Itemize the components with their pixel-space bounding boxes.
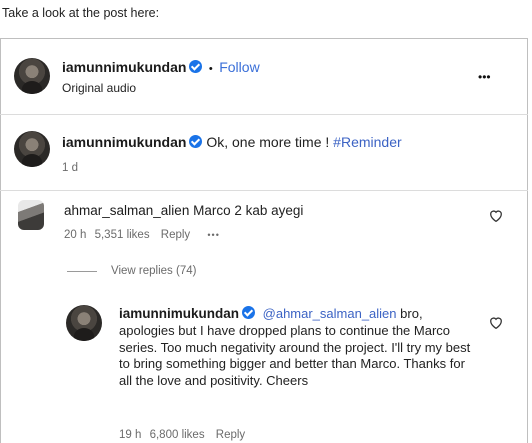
comment-text-line: ahmar_salman_alien Marco 2 kab ayegi — [64, 203, 303, 218]
post-username[interactable]: iamunnimukundan — [62, 59, 186, 75]
page-caption: Take a look at the post here: — [2, 6, 160, 20]
commenter-username[interactable]: ahmar_salman_alien — [64, 203, 189, 218]
reply-username[interactable]: iamunnimukundan — [119, 306, 239, 321]
verified-badge-icon — [189, 60, 203, 73]
view-replies-line — [67, 271, 97, 272]
comment-text: Marco 2 kab ayegi — [193, 203, 304, 218]
verified-badge-icon — [189, 135, 203, 148]
reply-author-avatar[interactable] — [66, 305, 102, 341]
follow-button[interactable]: Follow — [219, 59, 259, 75]
header-divider — [0, 114, 528, 115]
commenter-avatar[interactable] — [18, 200, 44, 230]
heart-icon[interactable] — [489, 209, 503, 223]
more-options-icon[interactable]: ••• — [478, 70, 491, 84]
reply-timestamp: 19 h — [119, 429, 142, 441]
heart-icon[interactable] — [489, 316, 503, 330]
separator-dot: • — [208, 63, 213, 75]
view-replies-button[interactable]: View replies (74) — [111, 265, 196, 277]
comment-reply-button[interactable]: Reply — [161, 229, 190, 241]
reply-mention-link[interactable]: @ahmar_salman_alien — [263, 306, 397, 321]
comment-more-icon[interactable]: ••• — [207, 230, 219, 240]
reply-meta: 19 h 6,800 likes Reply — [119, 429, 245, 441]
reply-likes[interactable]: 6,800 likes — [150, 429, 205, 441]
comments-divider — [0, 190, 528, 191]
reply-text-block: iamunnimukundan @ahmar_salman_alien bro,… — [119, 306, 479, 390]
comment-likes[interactable]: 5,351 likes — [95, 229, 150, 241]
caption-username[interactable]: iamunnimukundan — [62, 134, 186, 150]
comment-timestamp: 20 h — [64, 229, 87, 241]
hashtag-link[interactable]: #Reminder — [333, 134, 401, 150]
reply-reply-button[interactable]: Reply — [216, 429, 245, 441]
post-author-avatar[interactable] — [14, 58, 50, 94]
caption-text: Ok, one more time ! — [206, 134, 330, 150]
verified-badge-icon — [242, 306, 256, 319]
caption-text-line: iamunnimukundan Ok, one more time ! #Rem… — [62, 134, 402, 150]
caption-timestamp: 1 d — [62, 162, 78, 174]
post-header: iamunnimukundan • Follow — [62, 59, 260, 77]
original-audio-link[interactable]: Original audio — [62, 81, 136, 95]
comment-meta: 20 h 5,351 likes Reply ••• — [64, 229, 220, 241]
caption-author-avatar[interactable] — [14, 131, 50, 167]
